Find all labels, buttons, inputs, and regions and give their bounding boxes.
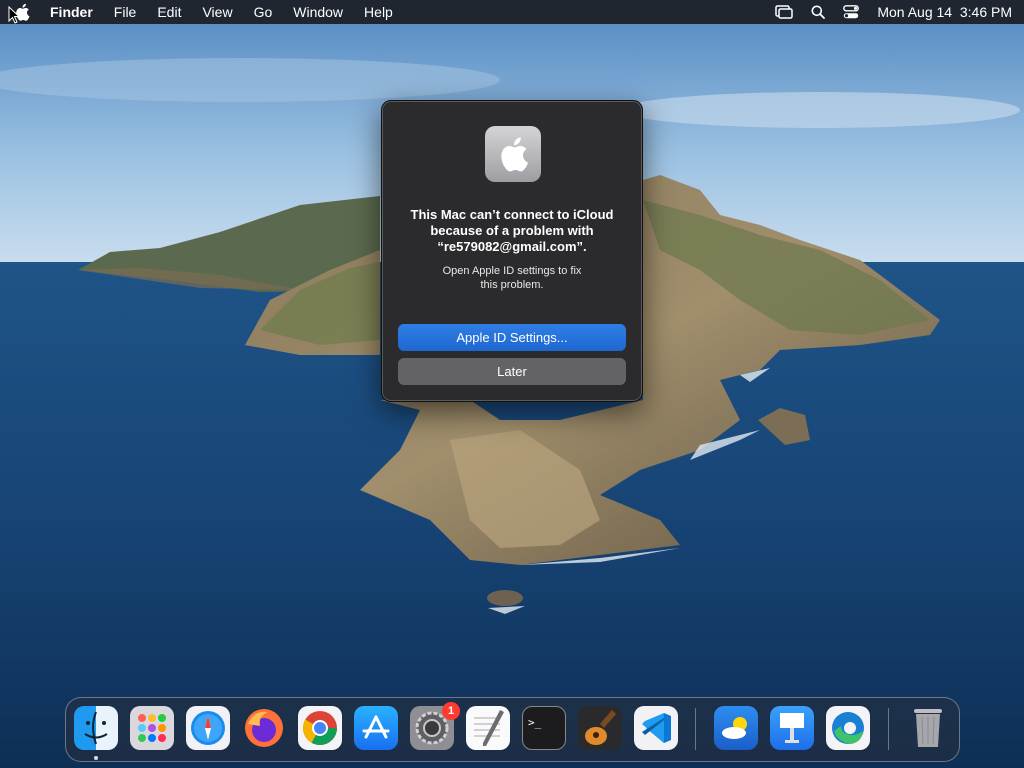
dialog-message-line: this problem. (480, 279, 544, 291)
svg-text:>_: >_ (528, 716, 542, 729)
launchpad-icon[interactable] (130, 706, 174, 750)
app-store-icon[interactable] (354, 706, 398, 750)
menu-edit[interactable]: Edit (157, 4, 181, 20)
screen-mirroring-icon[interactable] (775, 5, 794, 19)
firefox-icon[interactable] (242, 706, 286, 750)
finder-running-indicator (94, 756, 98, 760)
terminal-icon[interactable]: >_ (522, 706, 566, 750)
dialog-message-line: Open Apple ID settings to fix (442, 265, 582, 277)
mouse-pointer-icon (8, 6, 20, 24)
menu-window[interactable]: Window (293, 4, 343, 20)
menu-view[interactable]: View (202, 4, 232, 20)
chrome-icon[interactable] (298, 706, 342, 750)
spotlight-search-icon[interactable] (811, 5, 826, 19)
later-button[interactable]: Later (398, 358, 626, 385)
settings-notification-badge: 1 (442, 702, 460, 720)
menu-bar: Finder File Edit View Go Window Help Mon… (0, 0, 1024, 24)
safari-icon[interactable] (186, 706, 230, 750)
edge-icon[interactable] (826, 706, 870, 750)
textedit-icon[interactable] (466, 706, 510, 750)
dialog-title-line: “re579082@gmail.com”. (437, 239, 587, 254)
control-center-icon[interactable] (843, 5, 860, 19)
dock: 1 >_ (65, 697, 960, 762)
dock-separator (695, 708, 696, 750)
dialog-title-line: This Mac can’t connect to iCloud (410, 207, 614, 222)
apple-logo-icon (485, 126, 541, 182)
icloud-alert-dialog: This Mac can’t connect to iCloud because… (381, 100, 643, 402)
keynote-icon[interactable] (770, 706, 814, 750)
weather-icon[interactable] (714, 706, 758, 750)
apple-id-settings-button[interactable]: Apple ID Settings... (398, 324, 626, 351)
garageband-icon[interactable] (578, 706, 622, 750)
menu-go[interactable]: Go (254, 4, 273, 20)
finder-icon[interactable] (74, 706, 118, 750)
vscode-icon[interactable] (634, 706, 678, 750)
menubar-clock[interactable]: Mon Aug 14 3:46 PM (877, 4, 1012, 20)
dialog-title: This Mac can’t connect to iCloud because… (396, 207, 628, 255)
dialog-message: Open Apple ID settings to fix this probl… (402, 264, 622, 292)
trash-icon[interactable] (906, 706, 950, 750)
menu-file[interactable]: File (114, 4, 137, 20)
menu-help[interactable]: Help (364, 4, 393, 20)
dialog-title-line: because of a problem with (430, 223, 594, 238)
menu-app-name[interactable]: Finder (50, 4, 93, 20)
dock-separator (888, 708, 889, 750)
